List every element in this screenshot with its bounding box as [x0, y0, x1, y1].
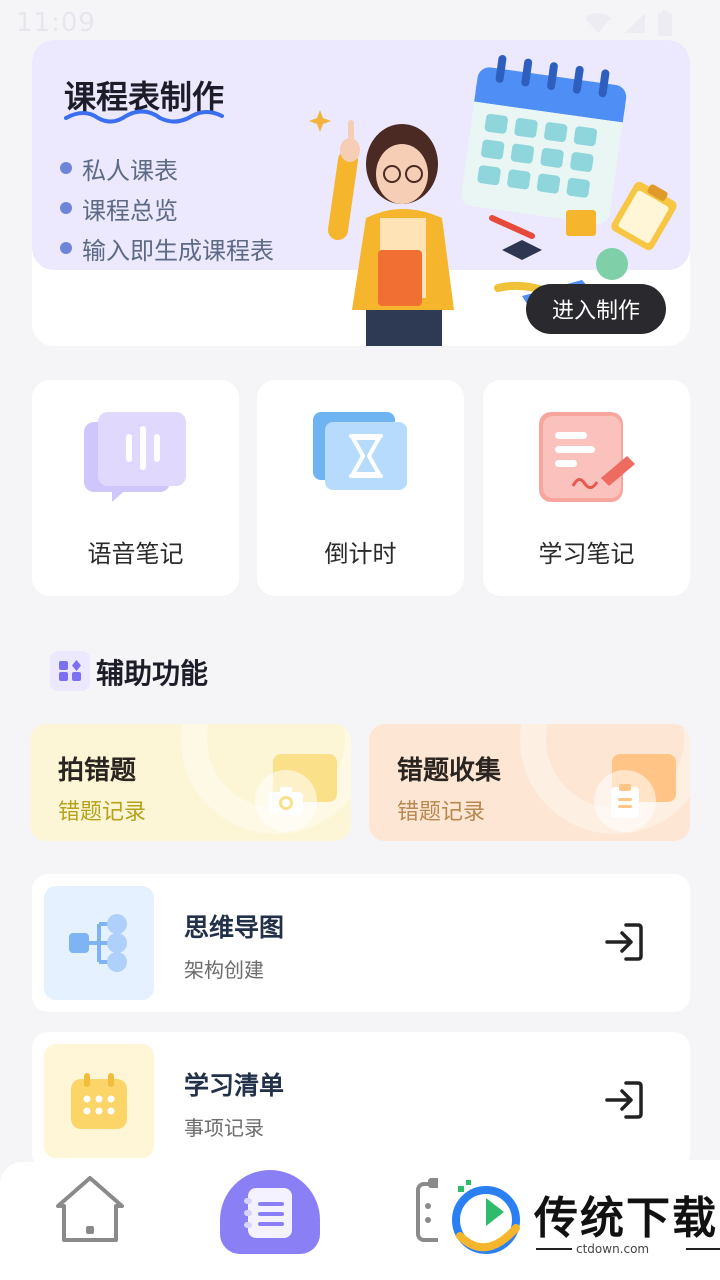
watermark-text: 传统下载 — [534, 1193, 718, 1244]
status-icons — [584, 10, 672, 36]
list-item-subtitle: 事项记录 — [184, 1116, 264, 1140]
enter-arrow-icon[interactable] — [604, 922, 644, 962]
list-item-title: 学习清单 — [184, 1071, 285, 1100]
banner-bullet-list: 私人课表 课程总览 输入即生成课程表 — [60, 148, 274, 268]
mind-map-icon — [44, 886, 154, 1000]
aux-card-title: 拍错题 — [58, 756, 137, 786]
wifi-icon — [585, 13, 611, 33]
aux-card-title: 错题收集 — [397, 756, 502, 786]
section-title: 辅助功能 — [96, 657, 209, 690]
watermark-url: ctdown.com — [576, 1242, 650, 1256]
voice-note-icon — [83, 412, 186, 502]
camera-icon — [255, 770, 317, 832]
list-item-study-list[interactable]: 学习清单 事项记录 — [32, 1032, 690, 1170]
aux-card-subtitle: 错题记录 — [58, 800, 147, 825]
cell-signal-icon — [625, 13, 645, 33]
feature-card-study-note[interactable]: 学习笔记 — [483, 380, 690, 596]
calendar-icon — [44, 1044, 154, 1158]
aux-card-mistake-collection[interactable]: 错题收集 错题记录 — [369, 724, 690, 841]
feature-card-countdown[interactable]: 倒计时 — [257, 380, 464, 596]
battery-icon — [658, 10, 672, 36]
banner-bullet: 私人课表 — [60, 148, 274, 188]
aux-card-snap-mistake[interactable]: 拍错题 错题记录 — [30, 724, 351, 841]
banner-bullet: 课程总览 — [60, 188, 274, 228]
bullet-dot — [60, 162, 72, 174]
grid-icon — [50, 651, 90, 691]
title-underline-squiggle — [64, 109, 224, 124]
feature-label: 学习笔记 — [538, 540, 635, 568]
feature-card-voice-note[interactable]: 语音笔记 — [32, 380, 239, 596]
status-time: 11:09 — [16, 8, 96, 38]
list-item-subtitle: 架构创建 — [184, 958, 264, 982]
clipboard-icon — [594, 770, 656, 832]
banner-bullet: 输入即生成课程表 — [60, 228, 274, 268]
study-note-icon — [538, 412, 635, 502]
list-item-title: 思维导图 — [184, 913, 285, 942]
enter-arrow-icon[interactable] — [604, 1080, 644, 1120]
feature-label: 倒计时 — [324, 540, 397, 568]
aux-card-subtitle: 错题记录 — [397, 800, 486, 825]
bullet-dot — [60, 202, 72, 214]
enter-create-button[interactable]: 进入制作 — [526, 284, 666, 334]
bullet-dot — [60, 242, 72, 254]
watermark-logo-icon — [452, 1180, 520, 1254]
feature-label: 语音笔记 — [87, 540, 184, 568]
notes-icon[interactable] — [220, 1170, 320, 1254]
course-schedule-banner[interactable]: 课程表制作 私人课表 课程总览 输入即生成课程表 进入制作 — [32, 40, 690, 346]
list-item-mind-map[interactable]: 思维导图 架构创建 — [32, 874, 690, 1012]
home-icon[interactable] — [52, 1174, 128, 1244]
hourglass-icon — [312, 412, 407, 490]
watermark: 传统下载 ctdown.com — [438, 1160, 720, 1280]
